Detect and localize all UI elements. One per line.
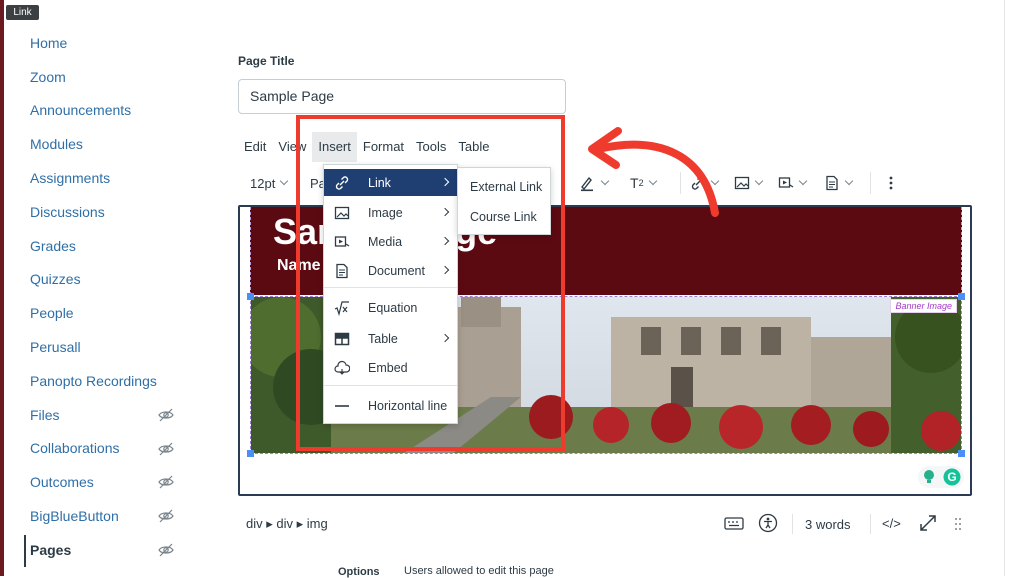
sidebar-item-outcomes[interactable]: Outcomes — [30, 465, 190, 499]
sidebar-item-discussions[interactable]: Discussions — [30, 195, 190, 229]
element-path[interactable]: div ▸ div ▸ img — [246, 516, 328, 532]
sidebar-item-label: Modules — [30, 136, 83, 153]
page-title-label: Page Title — [238, 54, 295, 68]
sidebar-item-collaborations[interactable]: Collaborations — [30, 432, 190, 466]
font-size-select[interactable]: 12pt — [250, 166, 289, 200]
sidebar-item-label: Home — [30, 34, 68, 51]
keyboard-icon — [724, 517, 744, 530]
html-editor-toggle[interactable]: </> — [882, 516, 901, 531]
sidebar-item-home[interactable]: Home — [30, 26, 190, 60]
sidebar-item-grades[interactable]: Grades — [30, 229, 190, 263]
banner-image-tag: Banner Image — [890, 299, 957, 313]
users-allowed-label: Users allowed to edit this page — [404, 565, 554, 577]
menu-edit[interactable]: Edit — [238, 132, 272, 162]
sidebar-item-modules[interactable]: Modules — [30, 127, 190, 161]
more-vertical-icon — [889, 176, 893, 190]
sidebar-item-announcements[interactable]: Announcements — [30, 94, 190, 128]
image-icon — [734, 176, 750, 190]
word-count: 3 words — [805, 517, 851, 532]
keyboard-shortcuts-button[interactable] — [724, 514, 744, 535]
sidebar-item-label: Grades — [30, 237, 76, 254]
chevron-down-icon — [280, 176, 289, 186]
document-button[interactable] — [824, 166, 854, 200]
link-tooltip: Link — [6, 5, 39, 20]
highlight-annotation-box — [296, 115, 565, 451]
font-size-value: 12pt — [250, 175, 276, 191]
curved-arrow-annotation — [588, 127, 719, 217]
expand-icon — [920, 515, 936, 531]
accessibility-checker-button[interactable] — [758, 513, 778, 536]
options-label: Options — [338, 566, 380, 578]
accessibility-icon — [758, 513, 778, 533]
sidebar-item-label: Panopto Recordings — [30, 372, 157, 389]
grammarly-icon: G — [943, 468, 960, 486]
lightbulb-icon — [923, 470, 934, 483]
sidebar-item-label: Pages — [30, 541, 72, 558]
page-title-input[interactable]: Sample Page — [238, 79, 566, 114]
sidebar-item-files[interactable]: Files — [30, 398, 190, 432]
chevron-down-icon — [754, 176, 764, 186]
sidebar-item-zoom[interactable]: Zoom — [30, 60, 190, 94]
page-edge-divider — [1004, 0, 1005, 576]
sidebar-item-pages[interactable]: Pages — [30, 533, 190, 567]
sidebar-item-quizzes[interactable]: Quizzes — [30, 263, 190, 297]
sidebar-item-bigbluebutton[interactable]: BigBlueButton — [30, 499, 190, 533]
toolbar-divider — [870, 172, 871, 194]
fullscreen-button[interactable] — [918, 513, 938, 536]
media-button[interactable] — [778, 166, 808, 200]
sidebar-item-assignments[interactable]: Assignments — [30, 161, 190, 195]
resize-handle-top-right[interactable] — [958, 293, 965, 300]
resize-handle-top-left[interactable] — [247, 293, 254, 300]
sidebar-item-label: Quizzes — [30, 271, 81, 288]
eye-slash-icon — [158, 407, 174, 423]
editor-statusbar: div ▸ div ▸ img 3 words </> — [238, 510, 972, 538]
eye-slash-icon — [158, 508, 174, 524]
left-accent-bar — [0, 0, 4, 576]
svg-text:G: G — [947, 470, 956, 484]
statusbar-divider — [792, 514, 793, 534]
sidebar-item-label: Perusall — [30, 339, 81, 356]
active-nav-indicator — [24, 535, 26, 567]
sidebar-item-panopto-recordings[interactable]: Panopto Recordings — [30, 364, 190, 398]
document-icon — [826, 175, 838, 191]
sidebar-item-perusall[interactable]: Perusall — [30, 330, 190, 364]
course-navigation: Home Zoom Announcements Modules Assignments D… — [30, 26, 190, 567]
resize-handle-bottom-left[interactable] — [247, 450, 254, 457]
more-options-button[interactable] — [888, 166, 894, 200]
image-button[interactable] — [734, 166, 764, 200]
sidebar-item-label: Collaborations — [30, 440, 120, 457]
sidebar-item-people[interactable]: People — [30, 296, 190, 330]
eye-slash-icon — [158, 441, 174, 457]
chevron-down-icon — [844, 176, 854, 186]
chevron-down-icon — [798, 176, 808, 186]
media-icon — [778, 177, 794, 188]
eye-slash-icon — [158, 474, 174, 490]
sidebar-item-label: Outcomes — [30, 474, 94, 491]
sidebar-item-label: Zoom — [30, 68, 66, 85]
sidebar-item-label: BigBlueButton — [30, 508, 119, 525]
sidebar-item-label: Assignments — [30, 170, 111, 187]
drag-handle-icon — [955, 518, 961, 530]
sidebar-item-label: Discussions — [30, 203, 105, 220]
statusbar-divider — [870, 514, 871, 534]
sidebar-item-label: People — [30, 305, 74, 322]
resize-editor-handle[interactable] — [954, 516, 962, 535]
eye-slash-icon — [158, 542, 174, 558]
sidebar-item-label: Files — [30, 406, 60, 423]
resize-handle-bottom-right[interactable] — [958, 450, 965, 457]
grammarly-widget[interactable]: G — [918, 466, 964, 488]
sidebar-item-label: Announcements — [30, 102, 132, 119]
